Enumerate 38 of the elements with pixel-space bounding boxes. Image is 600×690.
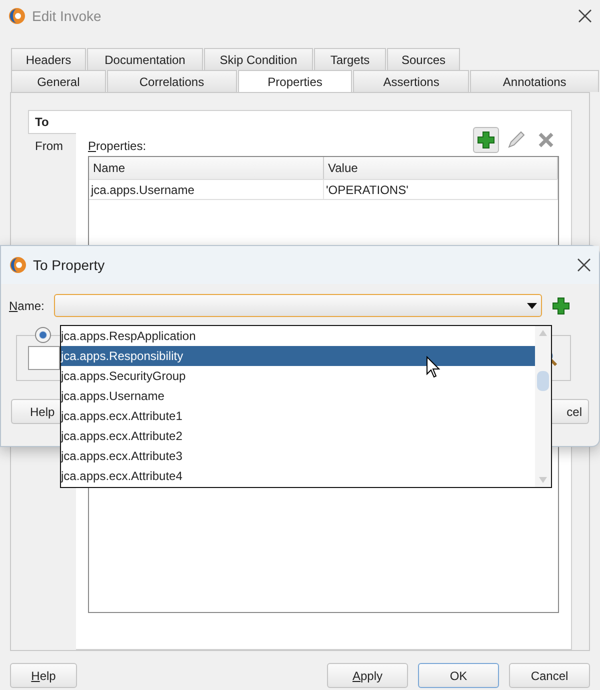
dialog-button[interactable]: OK: [418, 663, 499, 688]
close-icon[interactable]: [577, 258, 591, 272]
tab[interactable]: Documentation: [87, 48, 203, 70]
tab[interactable]: Assertions: [353, 70, 470, 92]
tab[interactable]: Sources: [387, 48, 460, 70]
delete-icon[interactable]: [538, 132, 554, 148]
close-icon[interactable]: [578, 9, 592, 23]
partly-hidden-button[interactable]: cel: [551, 399, 589, 424]
add-icon[interactable]: [552, 296, 570, 314]
dialog-button[interactable]: Cancel: [509, 663, 590, 688]
tab[interactable]: Annotations: [470, 70, 599, 92]
tab[interactable]: Headers: [11, 48, 86, 70]
scrollbar[interactable]: [535, 326, 551, 487]
list-option[interactable]: jca.apps.Responsibility: [61, 346, 535, 366]
dialog-button[interactable]: Help: [10, 663, 77, 688]
tab[interactable]: Targets: [314, 48, 386, 70]
tab[interactable]: Correlations: [106, 70, 237, 92]
dropdown-arrow-icon: [527, 302, 538, 308]
name-label: Name:: [9, 298, 44, 312]
tab[interactable]: General: [11, 70, 106, 92]
tab[interactable]: Properties: [238, 70, 352, 92]
table-cell: 'OPERATIONS': [324, 180, 558, 199]
app-logo-icon: [9, 256, 27, 274]
app-logo-icon: [8, 7, 26, 25]
input-field[interactable]: [28, 346, 60, 370]
mouse-cursor-icon: [426, 356, 440, 378]
column-header[interactable]: Name: [89, 157, 324, 179]
table-cell: jca.apps.Username: [89, 180, 324, 199]
dialog-title: To Property: [33, 257, 106, 273]
window-title: Edit Invoke: [32, 8, 102, 24]
side-tab[interactable]: To: [28, 110, 76, 134]
pencil-icon[interactable]: [507, 131, 525, 149]
tab[interactable]: Skip Condition: [204, 48, 313, 70]
add-icon[interactable]: [477, 131, 495, 149]
column-header[interactable]: Value: [324, 157, 558, 179]
dialog-button[interactable]: Apply: [327, 663, 408, 688]
radio-button[interactable]: [35, 327, 51, 343]
properties-label: Properties:: [88, 139, 146, 153]
